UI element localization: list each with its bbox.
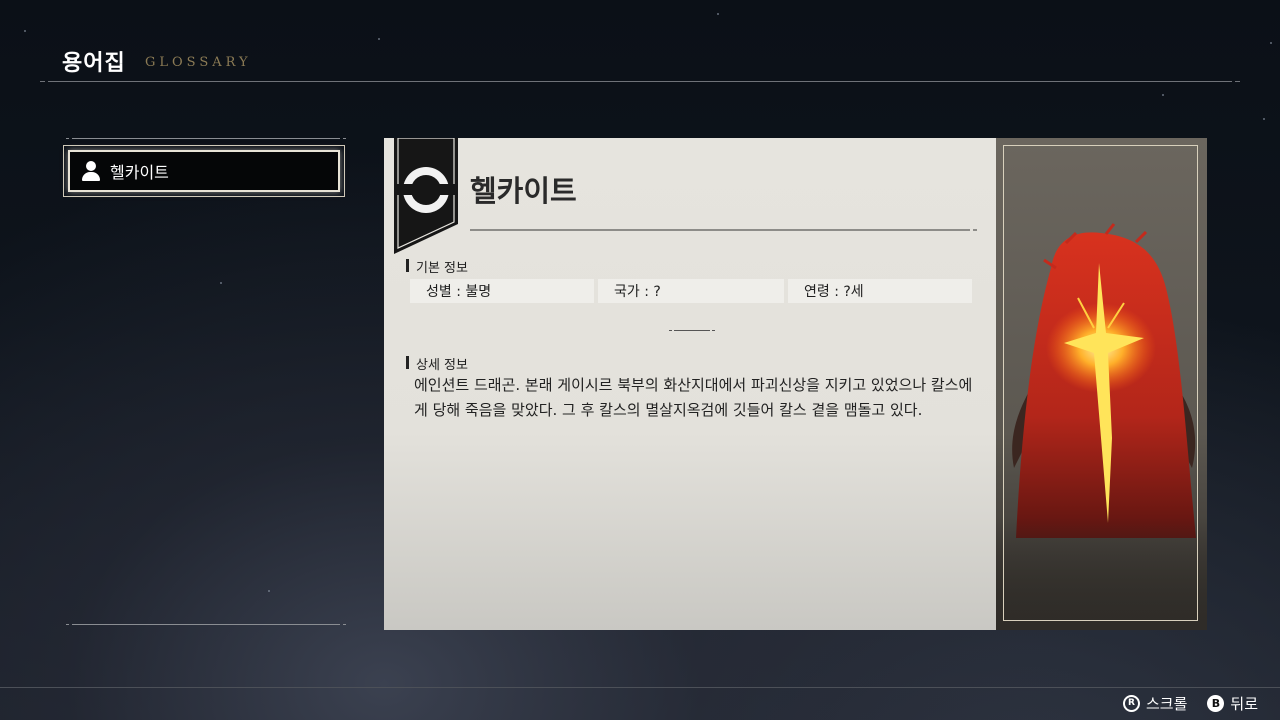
list-top-rule [66,138,346,139]
scroll-label: 스크롤 [1145,694,1188,713]
b-button-icon: B [1207,694,1225,712]
detail-info-title: 상세 정보 [406,354,468,373]
header: 용어집 GLOSSARY [0,0,1280,90]
back-label: 뒤로 [1230,694,1258,713]
scroll-hint[interactable]: R 스크롤 [1122,693,1188,714]
list-item-selected[interactable]: 헬카이트 [63,145,345,197]
r-stick-button-icon: R [1122,694,1140,712]
gender-field: 성별 : 불명 [410,279,594,303]
list-item-label: 헬카이트 [110,163,169,182]
list-bottom-rule [66,624,346,625]
page-subtitle: GLOSSARY [145,55,252,70]
entry-description: 에인션트 드래곤. 본래 게이시르 북부의 화산지대에서 파괴신상을 지키고 있… [414,376,973,419]
header-divider [40,81,1240,82]
list-item[interactable]: 헬카이트 [68,150,340,192]
age-field: 연령 : ?세 [788,279,972,303]
portrait-frame [1003,145,1198,621]
star [1263,118,1265,120]
name-divider [470,229,977,231]
page-title: 용어집 [62,51,126,76]
character-portrait [996,138,1207,630]
entry-name: 헬카이트 [470,174,577,208]
section-divider [669,330,715,331]
detail-panel: 헬카이트 기본 정보 성별 : 불명 국가 : ? 연령 : ?세 상세 정보 … [384,138,996,630]
bookmark-emblem-icon [394,138,458,254]
star [1162,94,1164,96]
country-field: 국가 : ? [598,279,784,303]
star [268,590,270,592]
person-icon [82,161,100,181]
footer-hints: R 스크롤 B 뒤로 [1103,693,1258,713]
star [220,282,222,284]
back-hint[interactable]: B 뒤로 [1207,693,1258,714]
footer-divider [0,687,1280,688]
basic-info-title: 기본 정보 [406,257,468,276]
